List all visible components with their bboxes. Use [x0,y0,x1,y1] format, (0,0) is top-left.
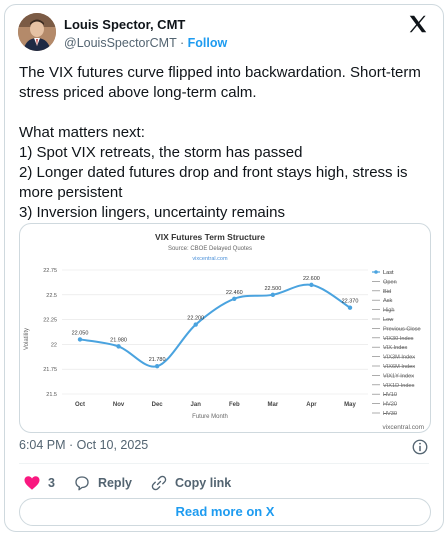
data-label: 22.460 [226,290,243,296]
speech-bubble-icon [75,476,89,491]
x-tick-label: Dec [152,402,164,408]
copy-link-button[interactable]: Copy link [150,474,231,492]
y-tick-label: 22.5 [46,293,57,299]
data-point [154,364,160,369]
author-name[interactable]: Louis Spector, CMT [64,17,185,32]
legend-item: Last [383,270,394,276]
chart-site-link: vixcentral.com [192,256,228,262]
y-tick-label: 22 [51,342,57,348]
x-tick-label: Oct [75,402,85,408]
data-label: 22.050 [72,330,89,336]
separator-dot: · [179,36,185,50]
data-point [193,322,198,327]
data-label: 22.600 [303,276,320,282]
data-label: 22.200 [187,316,204,322]
legend-marker [374,270,378,274]
series-points [77,282,353,369]
divider [19,463,429,464]
legend-item: VIX1Y Index [383,373,414,379]
data-point [232,296,237,301]
data-label: 22.370 [342,299,359,305]
y-tick-label: 21.75 [43,367,57,373]
legend-item: High [383,308,395,314]
legend-item: VIX30 Index [383,336,414,342]
legend-item: HV20 [383,402,397,408]
x-tick-label: May [344,402,356,408]
x-tick-label: Apr [306,402,317,408]
chart-title: VIX Futures Term Structure [155,232,265,242]
action-bar: 3 Reply Copy link [23,473,249,493]
copy-link-label: Copy link [175,476,232,490]
legend-item: VIX Index [383,345,407,351]
legend-item: VIX6M Index [383,364,415,370]
data-point [347,305,353,310]
follow-button[interactable]: Follow [188,36,228,50]
data-point [116,344,121,349]
series-line-last [79,283,351,368]
y-axis-ticks: 21.5 21.75 22 22.25 22.5 22.75 [43,268,57,398]
legend-item: Bid [383,289,391,295]
like-button[interactable]: 3 [23,474,55,492]
legend-item: VIX3M Index [383,355,415,361]
legend-item: Ask [383,298,393,304]
reply-label: Reply [97,476,132,490]
legend-item: VIX1D Index [383,383,415,389]
legend-item: Open [383,279,397,285]
y-tick-label: 22.75 [43,268,57,274]
avatar-portrait [18,13,56,51]
y-tick-label: 22.25 [43,318,57,324]
legend-item: Previous Close [383,326,421,332]
x-axis-ticks: Oct Nov Dec Jan Feb Mar Apr May [75,402,357,408]
data-label: 22.500 [264,286,281,292]
author-handle[interactable]: @LouisSpectorCMT [64,36,177,50]
x-logo-icon[interactable] [407,13,429,35]
link-icon [151,475,167,491]
data-point [270,292,276,297]
legend-item: HV10 [383,392,397,398]
info-icon[interactable] [411,438,429,456]
reply-button[interactable]: Reply [73,474,132,492]
x-tick-label: Nov [113,402,125,408]
legend-item: HV30 [383,411,397,417]
x-axis-label: Future Month [192,414,228,420]
y-axis-label: Volatility [24,328,30,350]
x-tick-label: Mar [268,402,279,408]
tweet-timestamp[interactable]: 6:04 PM · Oct 10, 2025 [19,438,148,452]
data-point [309,282,314,288]
y-tick-label: 21.5 [46,392,57,398]
like-count: 3 [48,476,55,490]
data-label: 21.980 [110,337,127,343]
heart-icon [24,476,40,490]
legend-item: Low [383,317,394,323]
tweet-card: Louis Spector, CMT @LouisSpectorCMT · Fo… [4,4,444,532]
chart-watermark: vixcentral.com [382,424,424,431]
chart-subtitle: Source: CBOE Delayed Quotes [168,246,252,252]
x-tick-label: Feb [229,402,240,408]
x-tick-label: Jan [191,402,202,408]
avatar[interactable] [18,13,56,51]
chart-legend: Last Open Bid Ask High Low Previous Close VIX30… [372,270,421,417]
tweet-text: The VIX futures curve flipped into backw… [19,64,421,221]
vix-term-structure-chart: VIX Futures Term Structure Source: CBOE … [24,232,424,431]
chart-image[interactable]: VIX Futures Term Structure Source: CBOE … [19,223,431,433]
data-point [77,337,83,342]
data-label: 21.780 [149,357,166,363]
author-handle-row: @LouisSpectorCMT · Follow [64,36,227,50]
read-more-button[interactable]: Read more on X [19,498,431,526]
